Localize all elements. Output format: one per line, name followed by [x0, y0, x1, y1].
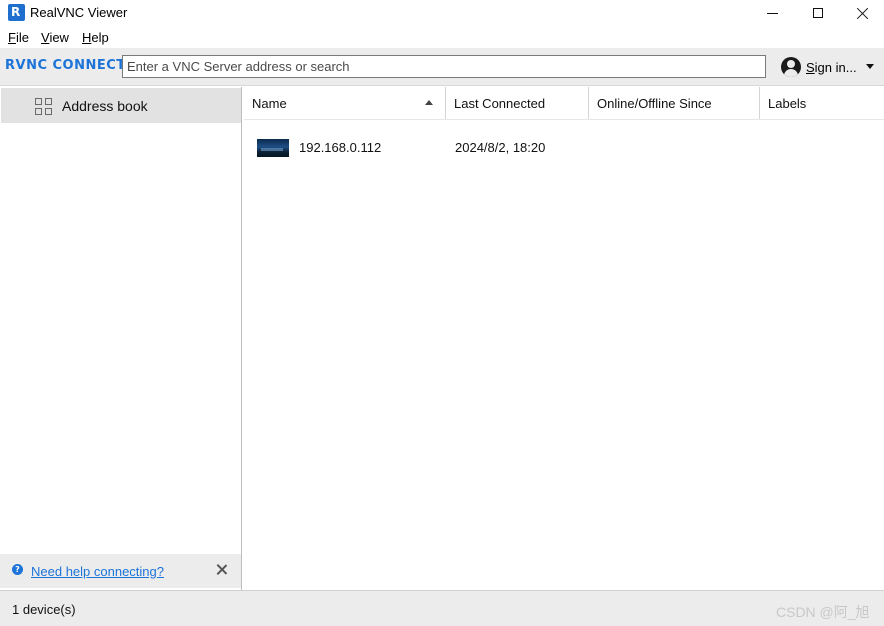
column-header-labels[interactable]: Labels [760, 87, 884, 119]
realvnc-logo-icon: R [8, 4, 25, 21]
column-header-last-connected[interactable]: Last Connected [446, 87, 589, 119]
chevron-down-icon[interactable] [866, 64, 874, 69]
column-header-online-since[interactable]: Online/Offline Since [589, 87, 760, 119]
toolbar: RVNC CONNECT Sign in... [0, 48, 884, 86]
menu-view-label: iew [49, 30, 69, 45]
grid-icon [35, 98, 53, 116]
address-book-list: Name Last Connected Online/Offline Since… [244, 87, 884, 590]
minimize-icon [766, 12, 778, 14]
menu-bar: File View Help [0, 26, 884, 48]
header-divider [244, 119, 884, 120]
watermark: CSDN @阿_旭 [776, 604, 870, 620]
rvnc-connect-logo: RVNC CONNECT [5, 58, 126, 73]
search-input[interactable] [122, 55, 766, 78]
menu-view[interactable]: View [41, 30, 69, 45]
help-icon: ? [12, 564, 23, 575]
menu-help[interactable]: Help [82, 30, 109, 45]
device-count: 1 device(s) [12, 602, 76, 617]
close-icon [857, 7, 869, 19]
menu-file-label: ile [15, 30, 29, 45]
help-bar: ? Need help connecting? [0, 554, 241, 588]
menu-help-label: elp [91, 30, 109, 45]
device-name: 192.168.0.112 [299, 140, 382, 155]
close-icon[interactable] [215, 563, 229, 577]
maximize-button[interactable] [795, 0, 841, 26]
sidebar-item-label: Address book [62, 98, 148, 114]
menu-help-mnemonic: H [82, 30, 92, 45]
sidebar: Address book ? Need help connecting? [0, 87, 242, 590]
menu-file[interactable]: File [8, 30, 29, 45]
sort-ascending-icon [425, 100, 433, 105]
close-button[interactable] [840, 0, 884, 26]
column-header-name[interactable]: Name [244, 87, 446, 119]
sign-in-button[interactable]: Sign in... [781, 56, 879, 78]
sign-in-mnemonic: S [806, 59, 815, 75]
status-bar: 1 device(s) CSDN @阿_旭 [0, 590, 884, 626]
window-title: RealVNC Viewer [30, 5, 128, 20]
sidebar-item-address-book[interactable]: Address book [1, 88, 241, 123]
user-avatar-icon [781, 57, 801, 77]
title-bar: R RealVNC Viewer [0, 0, 884, 26]
maximize-icon [813, 8, 823, 18]
sign-in-label: Sign in... [806, 60, 857, 75]
column-header-name-label: Name [252, 96, 287, 111]
last-connected-value: 2024/8/2, 18:20 [455, 140, 546, 155]
table-row[interactable]: 192.168.0.112 2024/8/2, 18:20 [244, 131, 884, 163]
minimize-button[interactable] [749, 0, 795, 26]
desktop-thumbnail [257, 139, 289, 157]
sign-in-rest: ign in... [814, 59, 857, 75]
menu-file-mnemonic: F [8, 30, 16, 45]
help-connecting-link[interactable]: Need help connecting? [31, 564, 164, 579]
